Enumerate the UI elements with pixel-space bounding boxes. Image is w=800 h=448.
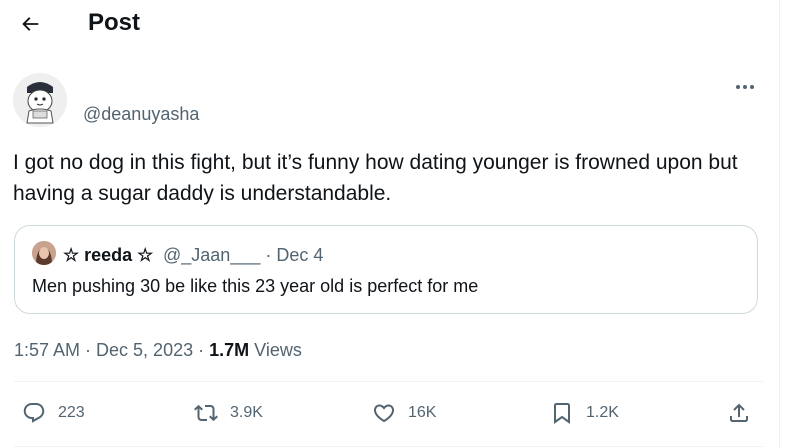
heart-icon (372, 401, 396, 425)
post-header: Post (0, 0, 779, 50)
back-button[interactable] (12, 6, 48, 42)
divider (14, 446, 763, 447)
more-dots-icon (736, 85, 754, 89)
post-text: I got no dog in this fight, but it’s fun… (13, 151, 738, 205)
bookmark-count: 1.2K (586, 404, 619, 421)
post-timestamp[interactable]: 1:57 AM · Dec 5, 2023 · (14, 340, 209, 360)
divider (14, 381, 763, 382)
author-handle[interactable]: @deanuyasha (83, 103, 199, 125)
arrow-left-icon (22, 17, 39, 31)
quoted-post-text: Men pushing 30 be like this 23 year old … (32, 276, 479, 296)
repost-button[interactable]: 3.9K (194, 400, 263, 426)
quoted-post[interactable]: ☆ reeda ☆ @_Jaan___ · Dec 4 Men pushing … (14, 225, 758, 314)
reply-icon (22, 401, 46, 425)
quoted-author-name: ☆ reeda ☆ (63, 245, 154, 265)
views-label: Views (249, 340, 302, 360)
like-button[interactable]: 16K (372, 400, 436, 426)
page-title: Post (88, 9, 141, 36)
quoted-author-avatar (32, 241, 56, 265)
repost-count: 3.9K (230, 404, 263, 421)
reply-count: 223 (58, 404, 85, 421)
bookmark-icon (550, 401, 574, 425)
reply-button[interactable]: 223 (22, 400, 85, 426)
bookmark-button[interactable]: 1.2K (550, 400, 619, 426)
quoted-author-handle-date: @_Jaan___ · Dec 4 (163, 245, 324, 265)
share-icon (727, 401, 751, 425)
more-options-button[interactable] (728, 76, 762, 98)
share-button[interactable] (727, 400, 751, 426)
post-meta: 1:57 AM · Dec 5, 2023 · 1.7M Views (14, 339, 302, 361)
like-count: 16K (408, 404, 437, 421)
views-count: 1.7M (209, 340, 250, 360)
column-border (779, 0, 780, 448)
repost-icon (194, 401, 218, 425)
author-avatar[interactable] (13, 73, 67, 127)
